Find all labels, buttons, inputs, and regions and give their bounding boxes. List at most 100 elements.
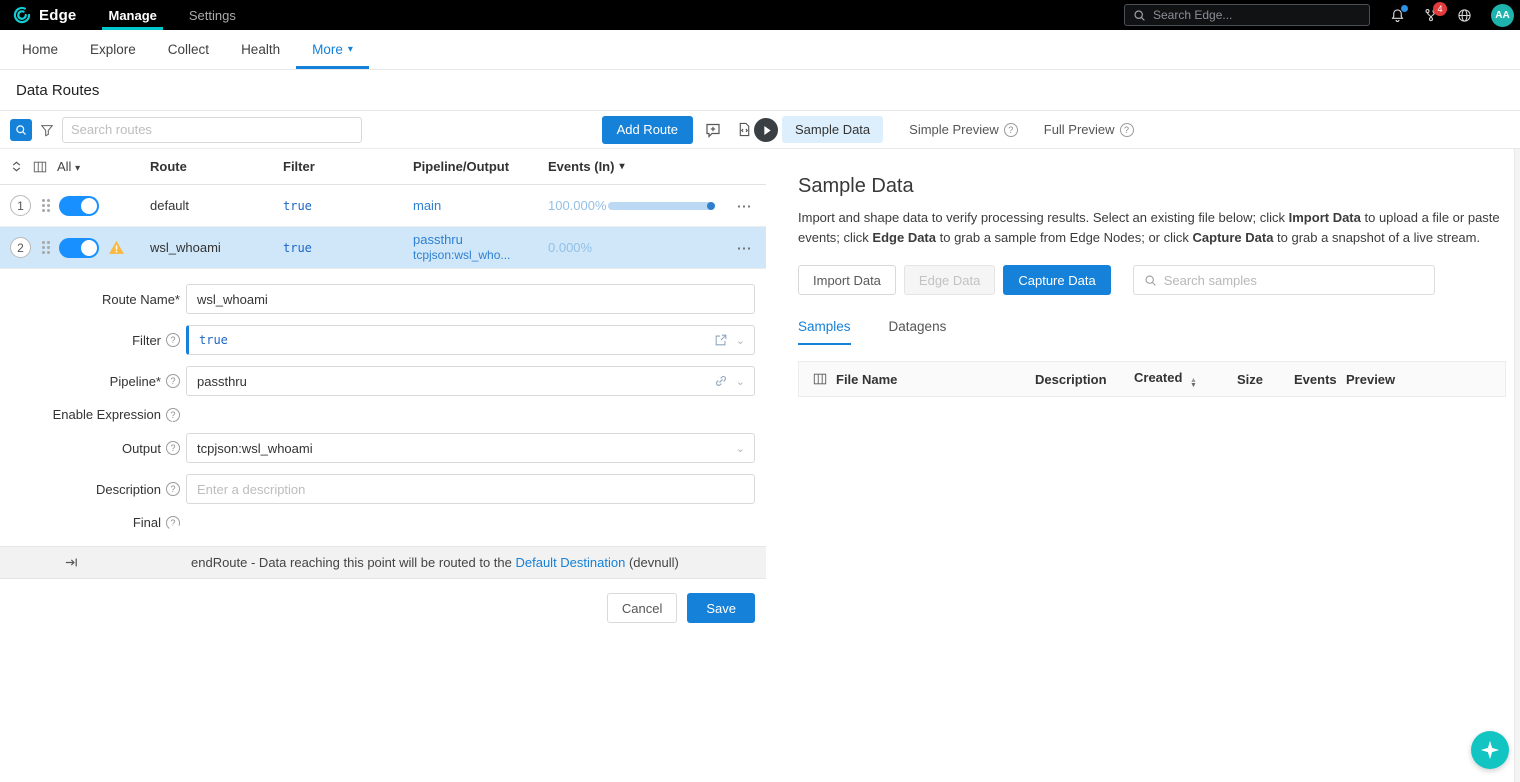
save-button[interactable]: Save xyxy=(687,593,755,623)
label-text: Route Name* xyxy=(102,292,180,307)
tab-simple-preview[interactable]: Simple Preview ? xyxy=(909,122,1018,137)
output-input[interactable] xyxy=(187,441,736,456)
tab-datagens[interactable]: Datagens xyxy=(889,319,947,345)
column-header-description[interactable]: Description xyxy=(1035,372,1134,387)
route-name-input[interactable] xyxy=(187,292,754,307)
edge-data-button[interactable]: Edge Data xyxy=(904,265,995,295)
form-row-pipeline: Pipeline* ? ⌄ xyxy=(0,366,766,396)
topnav-item-settings[interactable]: Settings xyxy=(173,0,252,30)
info-icon[interactable]: ? xyxy=(166,374,180,388)
column-header-events[interactable]: Events (In) ▾ xyxy=(538,159,722,174)
version-branch-icon[interactable]: 4 xyxy=(1424,8,1438,22)
events-progress-fill xyxy=(608,202,714,210)
route-pipeline-output[interactable]: passthru tcpjson:wsl_who... xyxy=(403,232,538,263)
route-output-link[interactable]: tcpjson:wsl_who... xyxy=(413,248,538,263)
tab-samples[interactable]: Samples xyxy=(798,319,851,345)
row-menu-icon[interactable]: ⋯ xyxy=(722,197,766,215)
info-icon[interactable]: ? xyxy=(166,441,180,455)
info-icon[interactable]: ? xyxy=(166,482,180,496)
expand-editor-icon[interactable] xyxy=(714,333,728,347)
chevron-down-icon[interactable]: ⌄ xyxy=(736,334,745,347)
columns-icon[interactable] xyxy=(33,160,47,174)
column-header-created[interactable]: Created ▲▼ xyxy=(1134,370,1237,388)
column-header-file-name[interactable]: File Name xyxy=(799,372,1035,387)
code-file-icon[interactable] xyxy=(733,118,756,141)
route-pipeline-link[interactable]: passthru xyxy=(413,232,538,248)
chevron-down-icon[interactable]: ⌄ xyxy=(736,375,745,388)
subnav-item-home[interactable]: Home xyxy=(6,30,74,69)
user-avatar[interactable]: AA xyxy=(1491,4,1514,27)
subnav-item-health[interactable]: Health xyxy=(225,30,296,69)
caret-down-icon: ▾ xyxy=(348,45,353,55)
tab-full-preview[interactable]: Full Preview ? xyxy=(1044,122,1134,137)
search-routes-input[interactable] xyxy=(62,117,362,143)
routes-header-controls: All ▾ xyxy=(0,159,140,174)
toggle-knob xyxy=(81,198,97,214)
topnav-item-manage[interactable]: Manage xyxy=(92,0,172,30)
form-actions: Cancel Save xyxy=(0,593,766,623)
subnav-item-more[interactable]: More ▾ xyxy=(296,30,369,69)
column-header-route[interactable]: Route xyxy=(140,159,273,174)
filter-expression-field[interactable]: true ⌄ xyxy=(186,325,755,355)
column-header-filter[interactable]: Filter xyxy=(273,159,403,174)
route-name: wsl_whoami xyxy=(140,240,273,255)
route-row-wsl-whoami[interactable]: 2 wsl_whoami true passthru tcpjson:wsl_w… xyxy=(0,227,766,269)
import-data-button[interactable]: Import Data xyxy=(798,265,896,295)
column-header-preview[interactable]: Preview xyxy=(1346,372,1505,387)
collapse-rows-icon[interactable] xyxy=(10,160,23,173)
description-input[interactable] xyxy=(187,482,754,497)
route-enabled-toggle[interactable] xyxy=(59,238,99,258)
field-icons: ⌄ xyxy=(714,374,754,388)
top-nav: Manage Settings xyxy=(92,0,251,30)
brand[interactable]: Edge xyxy=(0,5,92,25)
form-row-description: Description ? xyxy=(0,474,766,504)
global-search[interactable] xyxy=(1124,4,1370,26)
subnav-item-explore[interactable]: Explore xyxy=(74,30,152,69)
label-text: Enable Expression xyxy=(53,407,161,422)
toggle-label: Yes xyxy=(193,523,209,543)
help-globe-icon[interactable] xyxy=(1457,8,1472,23)
sample-data-title: Sample Data xyxy=(798,175,1506,198)
drag-handle-icon[interactable] xyxy=(42,241,45,244)
column-header-size[interactable]: Size xyxy=(1237,372,1294,387)
link-icon[interactable] xyxy=(714,374,728,388)
capture-data-button[interactable]: Capture Data xyxy=(1003,265,1110,295)
chevron-down-icon[interactable]: ⌄ xyxy=(736,442,745,455)
global-search-input[interactable] xyxy=(1153,8,1361,22)
route-enabled-toggle[interactable] xyxy=(59,196,99,216)
filter-label: Filter ? xyxy=(0,333,186,348)
endroute-bar: endRoute - Data reaching this point will… xyxy=(0,546,766,579)
pipeline-input[interactable] xyxy=(187,374,714,389)
default-destination-link[interactable]: Default Destination xyxy=(515,555,625,570)
add-comment-icon[interactable] xyxy=(701,118,725,142)
info-icon[interactable]: ? xyxy=(166,333,180,347)
route-row-default[interactable]: 1 default true main 100.000% ⋯ xyxy=(0,185,766,227)
columns-icon[interactable] xyxy=(813,372,827,386)
search-samples-field[interactable] xyxy=(1133,265,1435,295)
cancel-button[interactable]: Cancel xyxy=(607,593,677,623)
search-samples-input[interactable] xyxy=(1164,273,1424,288)
row-menu-icon[interactable]: ⋯ xyxy=(722,239,766,257)
assistant-sparkle-button[interactable] xyxy=(1471,731,1509,769)
notifications-bell-icon[interactable] xyxy=(1390,8,1405,23)
tab-label: Full Preview xyxy=(1044,122,1115,137)
route-events-percent: 0.000% xyxy=(538,240,608,255)
scrollbar-track[interactable] xyxy=(1514,149,1520,782)
drag-handle-icon[interactable] xyxy=(42,199,45,202)
subnav-item-collect[interactable]: Collect xyxy=(152,30,225,69)
output-select-field[interactable]: ⌄ xyxy=(186,433,755,463)
collapse-panel-handle[interactable] xyxy=(754,118,778,142)
pipeline-select-field[interactable]: ⌄ xyxy=(186,366,755,396)
tab-sample-data[interactable]: Sample Data xyxy=(782,116,883,143)
route-number-badge: 2 xyxy=(10,237,31,258)
sort-icon[interactable]: ▲▼ xyxy=(1190,378,1197,388)
search-toggle-button[interactable] xyxy=(10,119,32,141)
column-header-events[interactable]: Events xyxy=(1294,372,1346,387)
filter-funnel-icon[interactable] xyxy=(40,123,54,137)
column-header-pipeline[interactable]: Pipeline/Output xyxy=(403,159,538,174)
add-route-button[interactable]: Add Route xyxy=(602,116,693,144)
route-pipeline-link[interactable]: main xyxy=(403,198,538,213)
toggle-knob xyxy=(168,525,184,541)
endroute-suffix: (devnull) xyxy=(625,555,678,570)
group-filter-dropdown[interactable]: All ▾ xyxy=(57,159,80,174)
